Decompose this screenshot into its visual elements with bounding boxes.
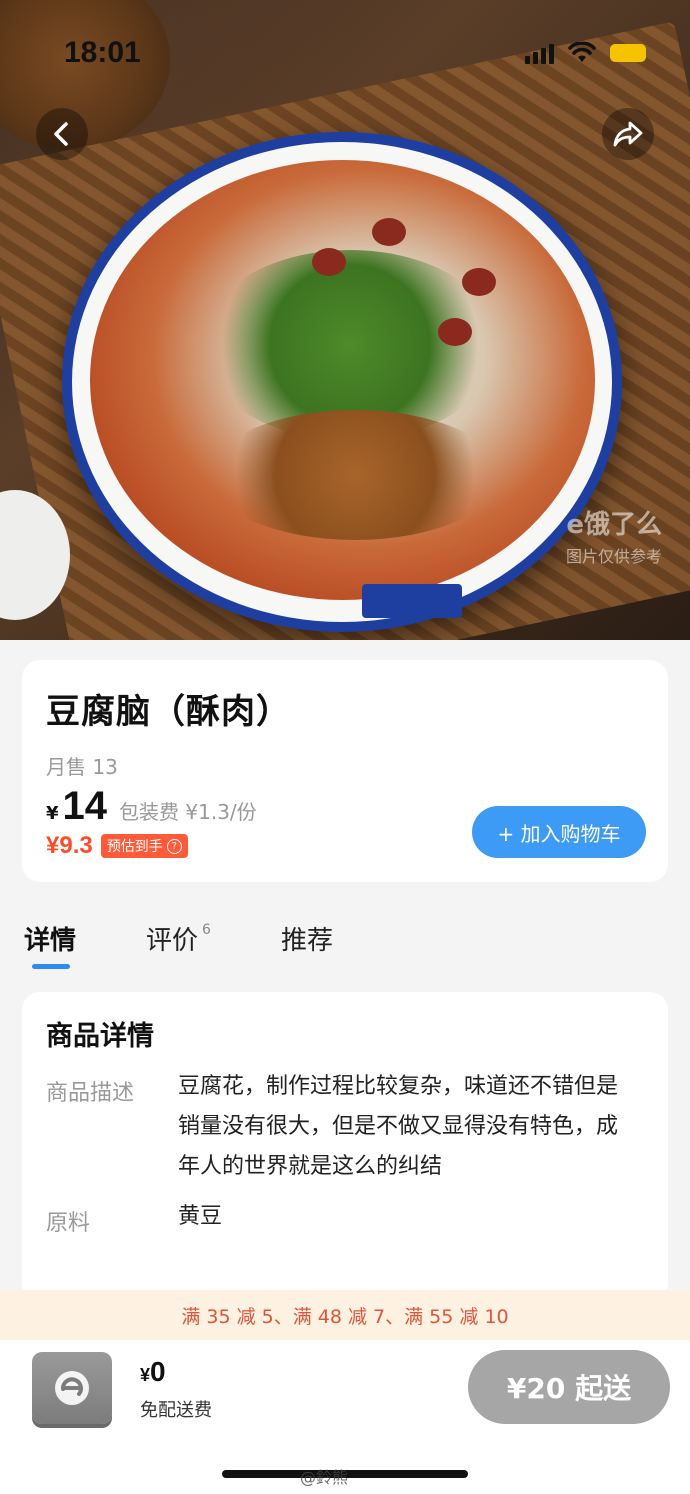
back-button[interactable] — [36, 108, 88, 160]
chevron-left-icon — [54, 122, 68, 146]
cart-total-value: 0 — [150, 1356, 166, 1387]
signal-icon — [525, 42, 554, 64]
description-key: 商品描述 — [46, 1081, 135, 1106]
discount-promo-strip[interactable]: 满 35 减 5、满 48 减 7、满 55 减 10 — [0, 1290, 690, 1340]
tab-reviews[interactable]: 评价 6 — [146, 920, 211, 972]
crispy-pork-topping — [210, 410, 500, 540]
tab-recommend[interactable]: 推荐 — [281, 920, 333, 972]
estimated-price: ¥9.3 — [46, 832, 93, 859]
peanut — [312, 248, 346, 276]
tab-details[interactable]: 详情 — [24, 920, 76, 972]
estimated-price-badge[interactable]: 预估到手 ? — [100, 834, 188, 858]
product-price: 14 — [62, 784, 108, 828]
watermark-logo: e饿了么 — [566, 510, 662, 540]
add-to-cart-button[interactable]: + 加入购物车 — [472, 806, 646, 858]
description-value: 豆腐花，制作过程比较复杂，味道还不错但是销量没有很大，但是不做又显得没有特色，成… — [178, 1074, 619, 1179]
price-row: ¥ 14 包装费 ¥1.3/份 — [46, 784, 257, 829]
estimated-label: 预估到手 — [106, 839, 163, 855]
cart-logo-icon — [55, 1371, 89, 1405]
wifi-icon — [568, 42, 596, 62]
peanut — [438, 318, 472, 346]
question-icon: ? — [166, 838, 182, 854]
bowl-rim-pattern — [362, 584, 462, 618]
currency-symbol: ¥ — [46, 803, 59, 824]
packaging-fee: 包装费 ¥1.3/份 — [119, 800, 257, 824]
review-count-badge: 6 — [202, 922, 211, 938]
tab-label: 推荐 — [280, 926, 333, 956]
share-icon — [613, 121, 643, 147]
share-button[interactable] — [602, 108, 654, 160]
monthly-sales: 月售 13 — [46, 755, 118, 779]
detail-tabs: 详情 评价 6 推荐 — [24, 920, 403, 972]
ingredients-value: 黄豆 — [178, 1204, 223, 1229]
product-hero-image: e饿了么 图片仅供参考 — [0, 0, 690, 640]
cart-total: ¥0 — [140, 1356, 166, 1388]
status-icons — [525, 42, 646, 64]
estimated-price-row: ¥9.3 预估到手 ? — [46, 832, 188, 860]
watermark-note: 图片仅供参考 — [565, 547, 662, 566]
peanut — [462, 268, 496, 296]
detail-section-title: 商品详情 — [46, 1021, 154, 1052]
min-order-button[interactable]: ¥20 起送 — [468, 1350, 670, 1424]
product-detail-card: 商品详情 商品描述 豆腐花，制作过程比较复杂，味道还不错但是销量没有很大，但是不… — [22, 992, 668, 1302]
ingredients-key: 原料 — [46, 1211, 91, 1236]
status-time: 18:01 — [64, 36, 141, 69]
product-title: 豆腐脑（酥肉） — [46, 692, 291, 732]
credit-watermark: @鈴熊 — [300, 1468, 349, 1487]
peanut — [372, 218, 406, 246]
image-watermark: e饿了么 图片仅供参考 — [566, 504, 662, 567]
battery-icon — [610, 44, 646, 62]
ingredients-row: 原料 黄豆 — [46, 1204, 644, 1237]
tab-label: 详情 — [24, 926, 77, 956]
tab-label: 评价 — [146, 926, 199, 956]
cart-button[interactable] — [32, 1352, 112, 1424]
product-info-card: 豆腐脑（酥肉） 月售 13 ¥ 14 包装费 ¥1.3/份 ¥9.3 预估到手 … — [22, 660, 668, 882]
delivery-fee: 免配送费 — [140, 1400, 212, 1421]
currency-symbol: ¥ — [140, 1365, 151, 1385]
description-row: 商品描述 豆腐花，制作过程比较复杂，味道还不错但是销量没有很大，但是不做又显得没… — [46, 1074, 644, 1187]
